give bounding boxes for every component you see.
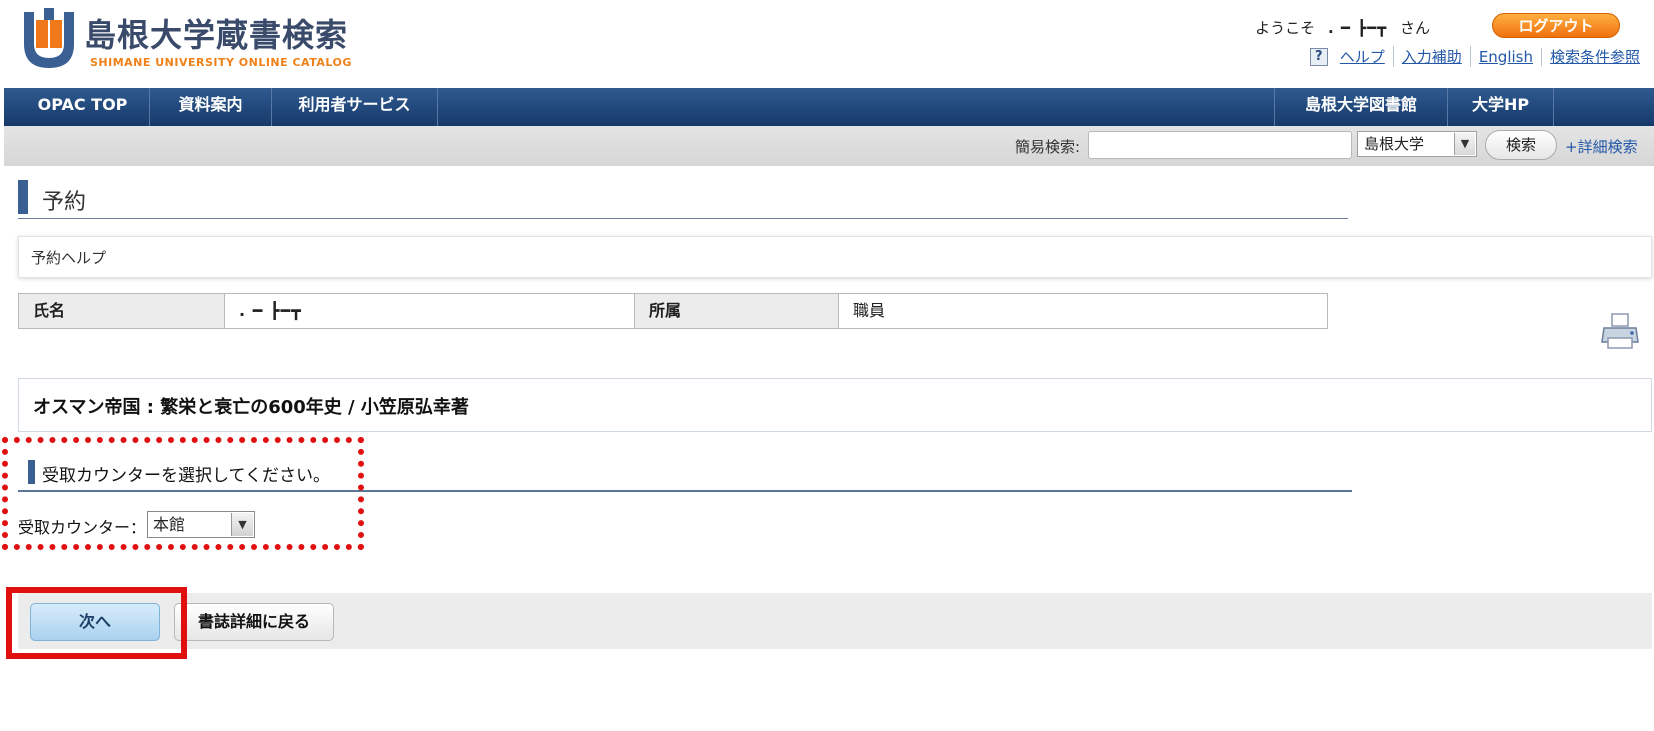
- nav-user-services[interactable]: 利用者サービス: [272, 88, 438, 126]
- advanced-search-link[interactable]: +詳細検索: [1565, 136, 1638, 157]
- pickup-counter-select[interactable]: 本館 ▼: [147, 511, 255, 538]
- quick-search-label: 簡易検索:: [1015, 138, 1081, 156]
- chevron-down-icon[interactable]: ▼: [231, 513, 253, 536]
- logo-subtitle: SHIMANE UNIVERSITY ONLINE CATALOG: [90, 56, 352, 69]
- nav-university-hp[interactable]: 大学HP: [1448, 88, 1554, 126]
- name-header: 氏名: [19, 294, 225, 328]
- search-button[interactable]: 検索: [1485, 130, 1557, 160]
- logout-button[interactable]: ログアウト: [1492, 13, 1620, 38]
- section-accent-bar: [28, 460, 35, 484]
- quick-search-input[interactable]: [1088, 131, 1352, 159]
- search-scope-select[interactable]: 島根大学 ▼: [1357, 131, 1477, 157]
- counter-label: 受取カウンター：: [18, 518, 147, 537]
- help-link[interactable]: ヘルプ: [1332, 46, 1394, 67]
- next-button[interactable]: 次へ: [30, 603, 160, 641]
- welcome-suffix: さん: [1399, 19, 1430, 37]
- page-title-section: 予約: [18, 180, 1348, 219]
- affiliation-header: 所属: [635, 294, 839, 328]
- name-value: . ━ ┣━┳: [225, 294, 635, 328]
- quick-search-bar: 簡易検索: 島根大学 ▼ 検索 +詳細検索: [4, 126, 1654, 166]
- page-title: 予約: [42, 190, 87, 215]
- counter-section-title: 受取カウンターを選択してください。: [42, 466, 330, 486]
- counter-section-header: 受取カウンターを選択してください。: [18, 452, 1352, 492]
- title-accent-bar: [18, 180, 28, 214]
- logo-title: 島根大学蔵書検索: [84, 16, 349, 54]
- back-to-detail-button[interactable]: 書誌詳細に戻る: [174, 603, 334, 641]
- input-assist-link[interactable]: 入力補助: [1394, 46, 1471, 67]
- printer-icon[interactable]: [1600, 312, 1640, 352]
- search-history-link[interactable]: 検索条件参照: [1542, 46, 1640, 67]
- site-header: 島根大学蔵書検索 SHIMANE UNIVERSITY ONLINE CATAL…: [0, 0, 1654, 90]
- nav-opac-top[interactable]: OPAC TOP: [16, 88, 150, 126]
- chevron-down-icon[interactable]: ▼: [1454, 133, 1475, 155]
- welcome-prefix: ようこそ: [1255, 19, 1316, 37]
- search-scope-value: 島根大学: [1364, 135, 1425, 153]
- main-nav: OPAC TOP 資料案内 利用者サービス 島根大学図書館 大学HP: [4, 88, 1654, 128]
- help-box: 予約ヘルプ: [18, 236, 1652, 278]
- library-logo-icon: [24, 8, 74, 68]
- reservation-help-link[interactable]: 予約ヘルプ: [31, 247, 106, 268]
- site-logo[interactable]: 島根大学蔵書検索 SHIMANE UNIVERSITY ONLINE CATAL…: [20, 6, 360, 72]
- welcome-message: ようこそ . ━ ┣━┳ さん: [1255, 17, 1430, 38]
- pickup-counter-value: 本館: [153, 515, 186, 534]
- help-question-icon[interactable]: ?: [1309, 47, 1328, 66]
- user-info-table: 氏名 . ━ ┣━┳ 所属 職員: [18, 293, 1328, 329]
- book-title-box: オスマン帝国 : 繁栄と衰亡の600年史 / 小笠原弘幸著: [18, 378, 1652, 432]
- english-link[interactable]: English: [1471, 47, 1542, 66]
- top-links: ? ヘルプ 入力補助 English 検索条件参照: [1309, 46, 1640, 67]
- affiliation-value: 職員: [839, 294, 1327, 328]
- nav-university-library[interactable]: 島根大学図書館: [1274, 88, 1448, 126]
- user-name: . ━ ┣━┳: [1327, 19, 1388, 37]
- book-title: オスマン帝国 : 繁栄と衰亡の600年史 / 小笠原弘幸著: [33, 397, 469, 418]
- nav-materials-guide[interactable]: 資料案内: [150, 88, 272, 126]
